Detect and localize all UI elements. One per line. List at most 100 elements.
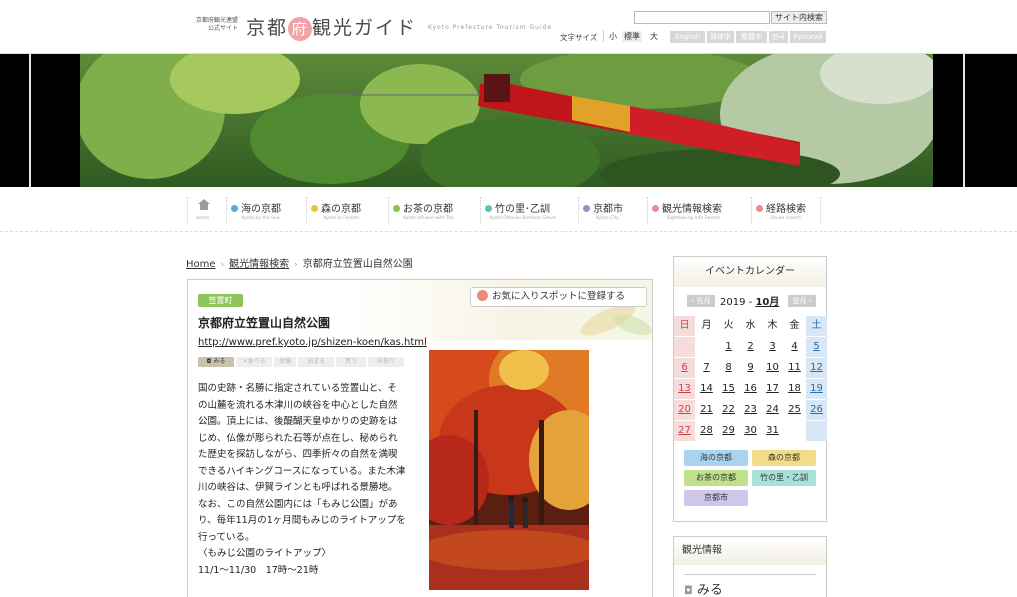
logo-org-name: 京都府観光連盟 <box>195 17 238 24</box>
nav-route-search[interactable]: 経路検索 Route search <box>751 197 821 223</box>
calendar-day[interactable]: 20 <box>674 400 695 420</box>
site-logo[interactable]: 京都府観光ガイド <box>246 13 417 41</box>
calendar-title: イベントカレンダー <box>674 257 826 287</box>
calendar-day[interactable]: 14 <box>696 379 717 399</box>
calendar-day[interactable]: 11 <box>784 358 805 378</box>
site-header: 京都府観光連盟 公式サイト 京都府観光ガイド Kyoto Prefecture … <box>0 0 1017 54</box>
kanko-info-panel: 観光情報 ◘ みる <box>673 536 827 597</box>
calendar-area-kyoto-city[interactable]: 京都市 <box>684 490 748 506</box>
nav-ocha-no-kyoto[interactable]: お茶の京都 Kyoto Infused with Tea <box>388 197 468 223</box>
calendar-day[interactable]: 24 <box>762 400 783 420</box>
nav-umi-no-kyoto[interactable]: 海の京都 Kyoto by the Sea <box>226 197 294 223</box>
calendar-area-umi[interactable]: 海の京都 <box>684 450 748 466</box>
desc-line: 行っている。 <box>198 531 255 543</box>
calendar-day[interactable]: 1 <box>718 337 739 357</box>
breadcrumb-home[interactable]: Home <box>186 259 216 270</box>
nav-city-sub: Kyoto City <box>596 216 619 221</box>
calendar-day[interactable]: 10 <box>762 358 783 378</box>
site-search-input[interactable] <box>634 11 770 24</box>
calendar-day[interactable]: 21 <box>696 400 717 420</box>
calendar-day[interactable]: 13 <box>674 379 695 399</box>
spot-description: 国の史跡・名勝に指定されている笠置山と、そ の山麓を流れる木津川の峡谷を中心とし… <box>198 381 420 579</box>
calendar-day[interactable]: 18 <box>784 379 805 399</box>
calendar-prev-button[interactable]: ‹ 先月 <box>687 295 715 307</box>
calendar-day[interactable]: 7 <box>696 358 717 378</box>
spot-photo-autumn-leaves <box>429 350 589 590</box>
calendar-day[interactable]: 17 <box>762 379 783 399</box>
calendar-day[interactable]: 22 <box>718 400 739 420</box>
font-size-standard[interactable]: 標準 <box>622 31 642 42</box>
calendar-day[interactable]: 27 <box>674 421 695 441</box>
add-favorite-button[interactable]: お気に入りスポットに登録する <box>470 287 647 307</box>
site-search-button[interactable]: サイト内検索 <box>771 11 827 24</box>
calendar-next-button[interactable]: 翌月 › <box>788 295 816 307</box>
calendar-day[interactable]: 5 <box>806 337 827 357</box>
calendar-weekday: 水 <box>740 316 761 336</box>
arrow-right-icon <box>477 290 488 301</box>
calendar-day[interactable]: 16 <box>740 379 761 399</box>
font-size-large[interactable]: 大 <box>650 31 658 42</box>
desc-line: なお、この自然公園内には「もみじ公園」があ <box>198 498 398 510</box>
calendar-day[interactable]: 12 <box>806 358 827 378</box>
nav-city-label: 京都市 <box>593 204 623 215</box>
camera-icon: ◘ <box>206 358 212 365</box>
calendar-day[interactable]: 31 <box>762 421 783 441</box>
category-kau: 買う <box>336 357 366 367</box>
calendar-day[interactable]: 6 <box>674 358 695 378</box>
calendar-empty-cell <box>784 421 805 441</box>
lang-korean[interactable]: 한국 <box>769 31 788 43</box>
calendar-month-label[interactable]: 10月 <box>755 297 779 308</box>
kanko-item-miru[interactable]: ◘ みる <box>684 579 723 597</box>
desc-line: 公園。頂上には、後醍醐天皇ゆかりの史跡をは <box>198 416 398 427</box>
nav-mori-label: 森の京都 <box>321 204 361 215</box>
calendar-day[interactable]: 15 <box>718 379 739 399</box>
calendar-year: 2019 - <box>720 297 753 308</box>
calendar-day[interactable]: 2 <box>740 337 761 357</box>
lang-simplified-chinese[interactable]: 简体字 <box>707 31 734 43</box>
calendar-month: 2019 - 10月 <box>720 293 779 308</box>
lang-english[interactable]: English <box>670 31 705 43</box>
calendar-area-mori[interactable]: 森の京都 <box>752 450 816 466</box>
category-omatsuri: お祭り <box>368 357 404 367</box>
calendar-empty-cell <box>674 337 695 357</box>
calendar-day[interactable]: 26 <box>806 400 827 420</box>
nav-mori-no-kyoto[interactable]: 森の京都 Kyoto In Forests <box>306 197 376 223</box>
breadcrumb-current: 京都府立笠置山自然公園 <box>302 259 413 270</box>
calendar-empty-cell <box>696 337 717 357</box>
font-size-small[interactable]: 小 <box>609 31 617 42</box>
desc-line: 〈もみじ公園のライトアップ〉 <box>198 548 332 559</box>
nav-kyoto-city[interactable]: 京都市 Kyoto City <box>578 197 636 223</box>
area-tag[interactable]: 笠置町 <box>198 294 243 307</box>
nav-mori-dot-icon <box>311 205 318 212</box>
page: 京都府観光連盟 公式サイト 京都府観光ガイド Kyoto Prefecture … <box>0 0 1017 597</box>
logo-subtitle: 京都府観光連盟 公式サイト <box>186 17 238 33</box>
calendar-day[interactable]: 28 <box>696 421 717 441</box>
nav-kanko-dot-icon <box>652 205 659 212</box>
calendar-day[interactable]: 4 <box>784 337 805 357</box>
nav-take-no-sato[interactable]: 竹の里･乙訓 Kyoto Otokuni Bamboo Grove <box>480 197 564 223</box>
calendar-day[interactable]: 30 <box>740 421 761 441</box>
calendar-day[interactable]: 19 <box>806 379 827 399</box>
event-calendar: イベントカレンダー ‹ 先月 2019 - 10月 翌月 › 日月火水木金土12… <box>673 256 827 522</box>
spot-url-link[interactable]: http://www.pref.kyoto.jp/shizen-koen/kas… <box>198 337 427 348</box>
spot-detail-card: 笠置町 お気に入りスポットに登録する 京都府立笠置山自然公園 http://ww… <box>187 279 653 597</box>
calendar-weekday: 月 <box>696 316 717 336</box>
lang-russian[interactable]: Русский <box>790 31 826 43</box>
lang-traditional-chinese[interactable]: 繁體字 <box>736 31 767 43</box>
desc-line: 川の峡谷は、伊賀ラインとも呼ばれる景勝地。 <box>198 482 398 493</box>
calendar-day[interactable]: 8 <box>718 358 739 378</box>
calendar-day[interactable]: 3 <box>762 337 783 357</box>
nav-umi-dot-icon <box>231 205 238 212</box>
calendar-day[interactable]: 23 <box>740 400 761 420</box>
nav-home[interactable]: Home <box>187 197 217 223</box>
calendar-area-ocha[interactable]: お茶の京都 <box>684 470 748 486</box>
calendar-area-take[interactable]: 竹の里・乙訓 <box>752 470 816 486</box>
calendar-day[interactable]: 25 <box>784 400 805 420</box>
calendar-weekday: 土 <box>806 316 827 336</box>
spot-title: 京都府立笠置山自然公園 <box>198 316 331 330</box>
add-favorite-label: お気に入りスポットに登録する <box>492 291 626 302</box>
nav-kanko-search[interactable]: 観光情報検索 Sightseeing Info Search <box>647 197 739 223</box>
calendar-day[interactable]: 9 <box>740 358 761 378</box>
breadcrumb-kanko-search[interactable]: 観光情報検索 <box>229 259 289 270</box>
calendar-day[interactable]: 29 <box>718 421 739 441</box>
